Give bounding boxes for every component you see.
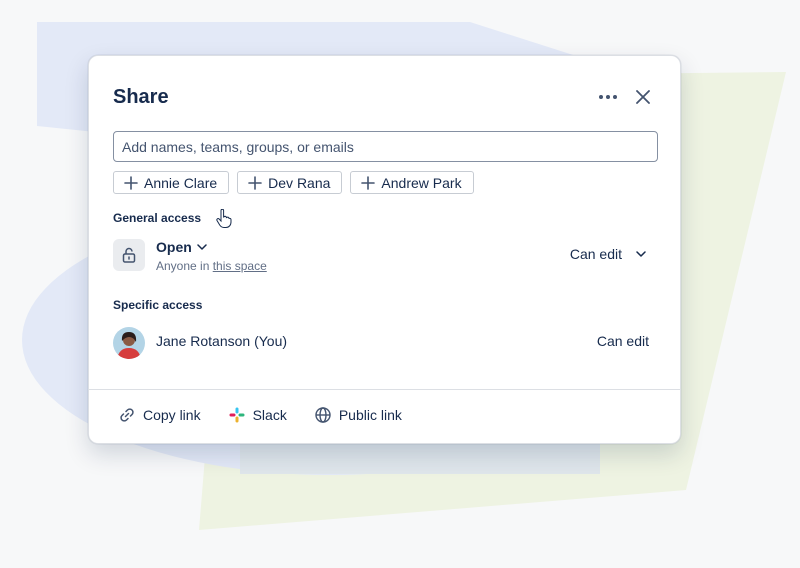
close-icon xyxy=(636,90,650,104)
access-level-label: Open xyxy=(156,239,192,255)
suggestion-chip-andrew-park[interactable]: Andrew Park xyxy=(350,171,474,194)
suggestion-chip-annie-clare[interactable]: Annie Clare xyxy=(113,171,230,194)
copy-link-label: Copy link xyxy=(143,407,201,423)
slack-icon xyxy=(229,407,245,423)
slack-share-button[interactable]: Slack xyxy=(229,407,287,423)
slack-label: Slack xyxy=(252,407,287,423)
people-search-input[interactable] xyxy=(113,131,658,162)
suggestion-chip-dev-rana[interactable]: Dev Rana xyxy=(237,171,343,194)
globe-icon xyxy=(315,407,331,423)
dialog-title: Share xyxy=(113,86,169,108)
space-link[interactable]: this space xyxy=(213,259,267,273)
suggested-people: Annie Clare Dev Rana Andrew Park xyxy=(113,171,474,194)
unlock-icon xyxy=(122,247,136,263)
specific-access-heading: Specific access xyxy=(113,298,203,312)
chevron-down-icon xyxy=(636,251,646,257)
more-options-button[interactable] xyxy=(594,83,622,111)
share-footer: Copy link Slack Public link xyxy=(119,407,402,423)
user-permission: Can edit xyxy=(596,333,649,349)
access-description-text: Anyone in xyxy=(156,259,213,273)
permission-label: Can edit xyxy=(569,246,622,262)
copy-link-button[interactable]: Copy link xyxy=(119,407,201,423)
general-permission-dropdown[interactable]: Can edit xyxy=(570,246,646,262)
more-horizontal-icon xyxy=(599,95,617,99)
link-icon xyxy=(120,408,134,422)
access-level-dropdown[interactable]: Open xyxy=(156,239,207,255)
close-button[interactable] xyxy=(629,83,657,111)
public-link-button[interactable]: Public link xyxy=(315,407,402,423)
suggestion-label: Andrew Park xyxy=(381,174,462,191)
user-name: Jane Rotanson (You) xyxy=(156,333,288,349)
general-access-heading: General access xyxy=(113,211,202,225)
user-avatar-image xyxy=(113,327,145,359)
plus-icon xyxy=(124,175,138,190)
access-description: Anyone in this space xyxy=(156,259,267,273)
hand-cursor-icon xyxy=(216,209,232,228)
public-link-label: Public link xyxy=(338,407,402,423)
suggestion-label: Dev Rana xyxy=(268,174,331,191)
footer-divider xyxy=(89,389,680,390)
access-icon-container xyxy=(113,239,145,271)
plus-icon xyxy=(361,175,376,190)
suggestion-label: Annie Clare xyxy=(144,174,218,191)
plus-icon xyxy=(248,175,262,190)
chevron-down-icon xyxy=(197,244,207,250)
avatar xyxy=(113,327,145,359)
share-dialog: Share Annie Clare Dev Rana Andrew Park G… xyxy=(88,55,681,444)
